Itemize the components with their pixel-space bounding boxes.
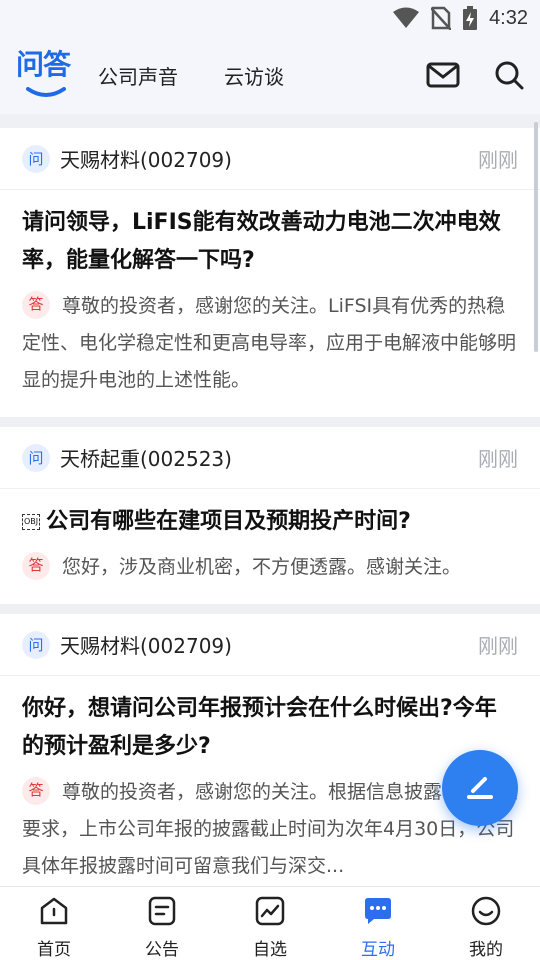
- tab-cloud-interview[interactable]: 云访谈: [224, 61, 284, 90]
- pencil-icon: [463, 769, 497, 807]
- post-time: 刚刚: [478, 447, 518, 471]
- question-badge: 问: [22, 630, 50, 659]
- company-name[interactable]: 天赐材料(002709): [60, 630, 232, 659]
- question-text[interactable]: OBJ 公司有哪些在建项目及预期投产时间?: [22, 503, 518, 541]
- post-time: 刚刚: [478, 148, 518, 172]
- card-body: OBJ 公司有哪些在建项目及预期投产时间? 答您好，涉及商业机密，不方便透露。感谢…: [0, 489, 540, 604]
- interact-icon: [362, 895, 394, 931]
- card-header: 问 天赐材料(002709) 刚刚: [0, 614, 540, 676]
- card-body: 请问领导，LiFIS能有效改善动力电池二次冲电效率，能量化解答一下吗? 答尊敬的…: [0, 190, 540, 417]
- compose-question-button[interactable]: [442, 750, 518, 826]
- nav-label: 首页: [37, 940, 71, 960]
- app-logo: 问答: [16, 45, 76, 105]
- question-badge: 问: [22, 144, 50, 173]
- answer-badge: 答: [22, 776, 50, 805]
- nav-label: 互动: [361, 940, 395, 960]
- wifi-icon: [393, 7, 420, 29]
- logo-text: 问答: [16, 48, 71, 81]
- object-placeholder-icon: OBJ: [22, 514, 41, 530]
- question-text[interactable]: 请问领导，LiFIS能有效改善动力电池二次冲电效率，能量化解答一下吗?: [22, 204, 518, 280]
- card-header: 问 天赐材料(002709) 刚刚: [0, 128, 540, 190]
- company-name[interactable]: 天赐材料(002709): [60, 144, 232, 173]
- answer[interactable]: 答您好，涉及商业机密，不方便透露。感谢关注。: [22, 549, 518, 586]
- nav-label: 自选: [253, 940, 287, 960]
- scrollbar[interactable]: [534, 122, 538, 352]
- answer-badge: 答: [22, 551, 50, 580]
- app-header: 问答 公司声音 云访谈: [0, 36, 540, 114]
- tab-company-voice[interactable]: 公司声音: [98, 61, 178, 90]
- card-header: 问 天桥起重(002523) 刚刚: [0, 427, 540, 489]
- nav-home[interactable]: 首页: [0, 887, 108, 960]
- company-name[interactable]: 天桥起重(002523): [60, 443, 232, 472]
- home-icon: [38, 895, 70, 931]
- qa-card[interactable]: 问 天赐材料(002709) 刚刚 你好，想请问公司年报预计会在什么时候出?今年…: [0, 614, 540, 886]
- status-bar: 4:32: [0, 0, 540, 36]
- no-sim-icon: [431, 6, 452, 30]
- nav-watchlist[interactable]: 自选: [216, 887, 324, 960]
- nav-interact[interactable]: 互动: [324, 887, 432, 960]
- answer-text: 尊敬的投资者，感谢您的关注。LiFSI具有优秀的热稳定性、电化学稳定性和更高电导…: [22, 295, 517, 391]
- qa-card[interactable]: 问 天桥起重(002523) 刚刚 OBJ 公司有哪些在建项目及预期投产时间? 答…: [0, 427, 540, 604]
- nav-label: 公告: [145, 940, 179, 960]
- post-time: 刚刚: [478, 634, 518, 658]
- nav-profile[interactable]: 我的: [432, 887, 540, 960]
- nav-notice[interactable]: 公告: [108, 887, 216, 960]
- question-text[interactable]: 你好，想请问公司年报预计会在什么时候出?今年的预计盈利是多少?: [22, 690, 518, 766]
- profile-icon: [470, 895, 502, 931]
- question-label: 公司有哪些在建项目及预期投产时间?: [46, 509, 411, 534]
- mail-icon[interactable]: [426, 62, 460, 88]
- search-icon[interactable]: [494, 60, 524, 90]
- answer[interactable]: 答尊敬的投资者，感谢您的关注。LiFSI具有优秀的热稳定性、电化学稳定性和更高电…: [22, 288, 518, 399]
- bottom-nav: 首页 公告 自选 互动 我的: [0, 886, 540, 960]
- notice-icon: [146, 895, 178, 931]
- battery-charging-icon: [463, 6, 478, 30]
- question-badge: 问: [22, 443, 50, 472]
- answer-text: 您好，涉及商业机密，不方便透露。感谢关注。: [62, 556, 462, 578]
- qa-card[interactable]: 问 天赐材料(002709) 刚刚 请问领导，LiFIS能有效改善动力电池二次冲…: [0, 128, 540, 417]
- status-time: 4:32: [489, 6, 528, 29]
- answer-badge: 答: [22, 290, 50, 319]
- watchlist-icon: [254, 895, 286, 931]
- nav-label: 我的: [469, 940, 503, 960]
